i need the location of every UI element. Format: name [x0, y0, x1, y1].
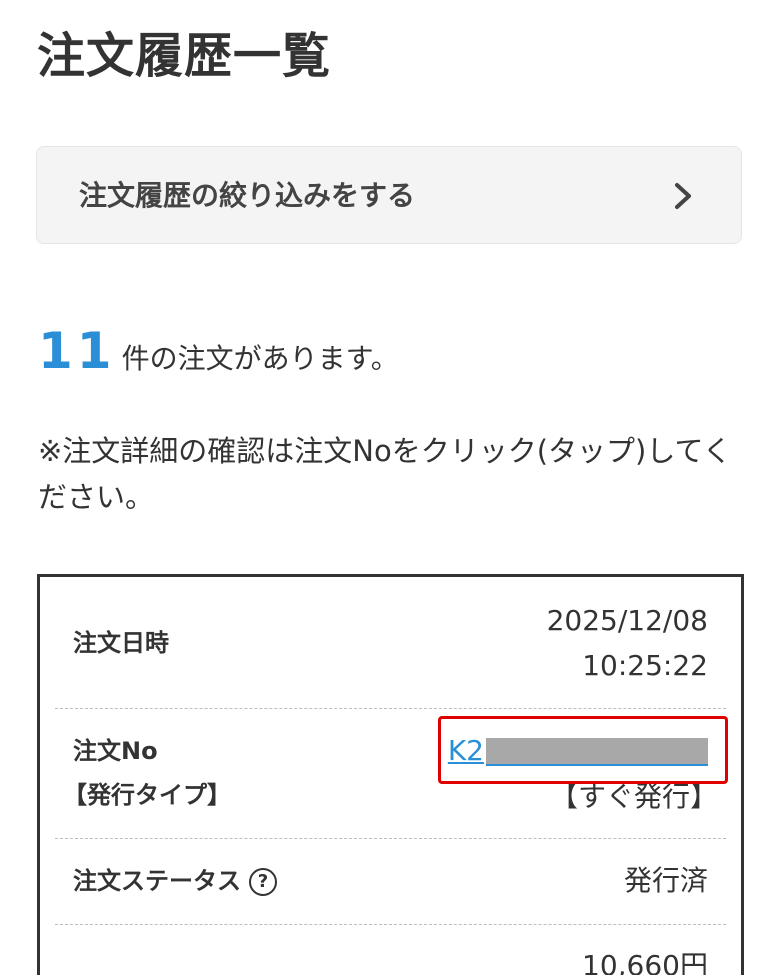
- order-date-value: 2025/12/08: [546, 604, 708, 637]
- order-time-value: 10:25:22: [582, 649, 708, 682]
- help-icon[interactable]: ?: [249, 868, 277, 896]
- page-title: 注文履歴一覧: [37, 28, 332, 84]
- order-count-text: 件の注文があります。: [121, 342, 399, 375]
- order-amount-row: 10,660円: [55, 924, 726, 975]
- chevron-right-icon: [675, 183, 691, 209]
- order-status-row: 注文ステータス? 発行済: [55, 838, 726, 925]
- order-date-label: 注文日時: [73, 629, 169, 657]
- order-count: 11 件の注文があります。: [38, 322, 399, 380]
- order-history-page: 注文履歴一覧 注文履歴の絞り込みをする 11 件の注文があります。 ※注文詳細の確…: [0, 0, 780, 975]
- order-no-label: 注文No: [73, 737, 158, 765]
- order-amount-value: 10,660円: [582, 949, 708, 975]
- order-status-value: 発行済: [623, 864, 708, 897]
- order-note: ※注文詳細の確認は注文Noをクリック(タップ)してください。: [38, 434, 732, 514]
- highlight-annotation: [438, 716, 728, 784]
- order-status-label: 注文ステータス: [73, 867, 241, 895]
- order-status-label-wrap: 注文ステータス?: [73, 861, 277, 901]
- filter-toggle-button[interactable]: 注文履歴の絞り込みをする: [36, 146, 742, 244]
- filter-label: 注文履歴の絞り込みをする: [79, 179, 416, 212]
- order-count-number: 11: [38, 322, 116, 380]
- issue-type-label: 【発行タイプ】: [63, 781, 231, 809]
- order-date-row: 注文日時 2025/12/08 10:25:22: [55, 577, 726, 709]
